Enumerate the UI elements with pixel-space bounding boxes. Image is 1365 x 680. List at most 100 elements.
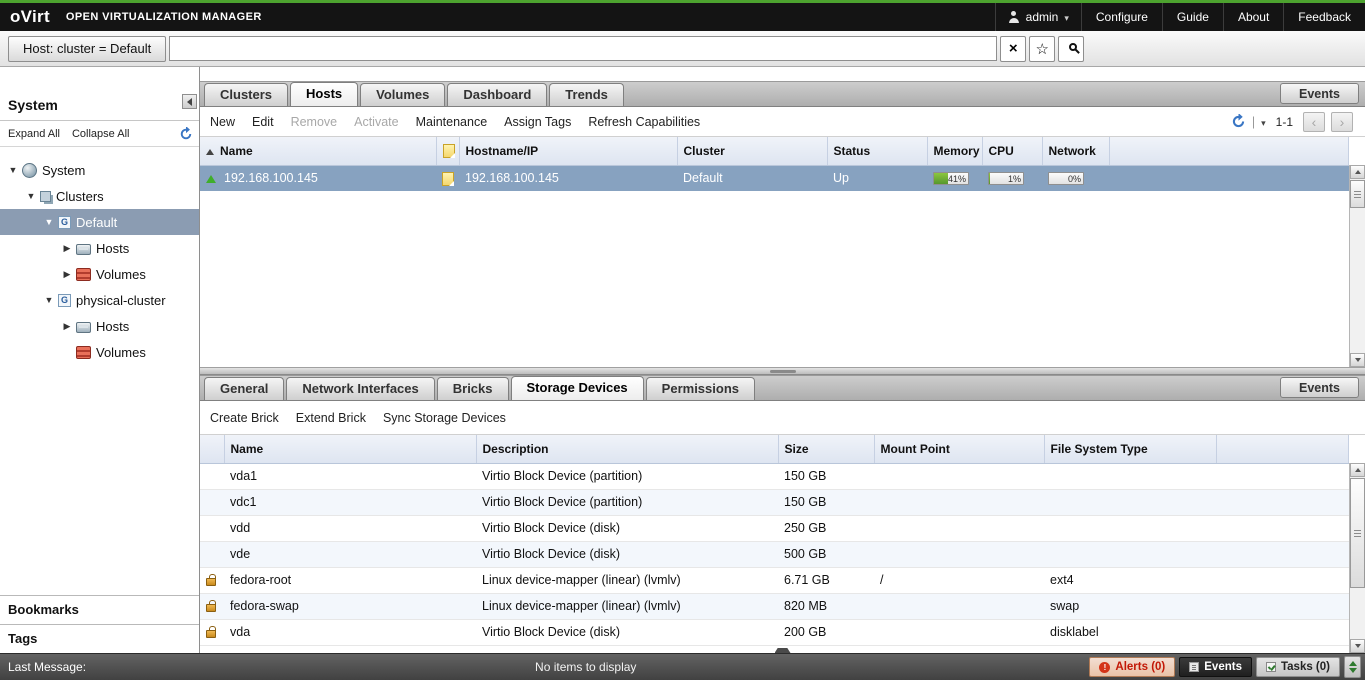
column-header-name[interactable]: Name — [200, 137, 436, 165]
tree-item-label: Volumes — [96, 345, 146, 360]
collapse-all-link[interactable]: Collapse All — [72, 128, 129, 140]
tree-item-clusters[interactable]: Clusters — [0, 183, 199, 209]
next-page-button[interactable] — [1331, 112, 1353, 132]
main-events-button[interactable]: Events — [1280, 83, 1359, 104]
column-header-file-system-type[interactable]: File System Type — [1044, 435, 1216, 463]
column-header-mount-point[interactable]: Mount Point — [874, 435, 1044, 463]
tab-clusters[interactable]: Clusters — [204, 83, 288, 106]
toolbar-button-create-brick[interactable]: Create Brick — [210, 411, 279, 425]
nav-feedback[interactable]: Feedback — [1283, 3, 1365, 31]
tree-item-hosts[interactable]: Hosts — [0, 313, 199, 339]
lock-icon — [206, 578, 216, 586]
storage-device-row[interactable]: vdc1Virtio Block Device (partition)150 G… — [200, 489, 1349, 515]
detail-tab-permissions[interactable]: Permissions — [646, 377, 755, 400]
tree-item-hosts[interactable]: Hosts — [0, 235, 199, 261]
alerts-button[interactable]: Alerts (0) — [1089, 657, 1175, 677]
status-up-icon — [206, 175, 216, 183]
refresh-grid-icon[interactable] — [1231, 114, 1246, 129]
sidebar-collapse-button[interactable] — [182, 94, 197, 109]
column-header-cpu[interactable]: CPU — [982, 137, 1042, 165]
footer-expand-button[interactable] — [1344, 656, 1361, 678]
toolbar-button-maintenance[interactable]: Maintenance — [416, 115, 488, 129]
clear-search-button[interactable]: × — [1000, 36, 1026, 62]
detail-tab-network-interfaces[interactable]: Network Interfaces — [286, 377, 434, 400]
refresh-rate-dropdown[interactable] — [1261, 115, 1266, 129]
tasks-button[interactable]: Tasks (0) — [1256, 657, 1340, 677]
scroll-up-button[interactable] — [1350, 165, 1365, 179]
column-header-hostname-ip[interactable]: Hostname/IP — [459, 137, 677, 165]
collapse-icon[interactable] — [6, 165, 20, 175]
previous-page-button[interactable] — [1303, 112, 1325, 132]
toolbar-button-new[interactable]: New — [210, 115, 235, 129]
collapse-icon[interactable] — [24, 191, 38, 201]
column-header-network[interactable]: Network — [1042, 137, 1109, 165]
column-header-status[interactable]: Status — [827, 137, 927, 165]
scroll-down-button[interactable] — [1350, 353, 1365, 367]
scroll-down-button[interactable] — [1350, 639, 1365, 653]
column-header-name[interactable]: Name — [224, 435, 476, 463]
user-menu[interactable]: admin — [995, 3, 1081, 31]
detail-tab-general[interactable]: General — [204, 377, 284, 400]
collapse-icon[interactable] — [42, 217, 56, 227]
search-input[interactable] — [169, 36, 997, 61]
column-header-size[interactable]: Size — [778, 435, 874, 463]
tree-item-volumes[interactable]: Volumes — [0, 261, 199, 287]
toolbar-button-refresh-capabilities[interactable]: Refresh Capabilities — [588, 115, 700, 129]
column-header-cluster[interactable]: Cluster — [677, 137, 827, 165]
search-button[interactable] — [1058, 36, 1084, 62]
toolbar-button-assign-tags[interactable]: Assign Tags — [504, 115, 571, 129]
volume-icon — [76, 268, 91, 281]
scrollbar-thumb[interactable] — [1350, 180, 1365, 208]
tab-dashboard[interactable]: Dashboard — [447, 83, 547, 106]
tags-section-header[interactable]: Tags — [0, 624, 199, 653]
storage-device-row[interactable]: fedora-rootLinux device-mapper (linear) … — [200, 567, 1349, 593]
expand-icon[interactable] — [60, 243, 74, 254]
hosts-scrollbar[interactable] — [1349, 165, 1365, 367]
refresh-tree-icon[interactable] — [179, 127, 193, 141]
storage-scrollbar[interactable] — [1349, 463, 1365, 653]
column-header-note[interactable] — [436, 137, 459, 165]
scrollbar-thumb[interactable] — [1350, 478, 1365, 588]
expand-icon[interactable] — [60, 321, 74, 332]
detail-tab-storage-devices[interactable]: Storage Devices — [511, 376, 644, 400]
storage-device-row[interactable]: vdaVirtio Block Device (disk)200 GBdiskl… — [200, 619, 1349, 645]
host-row[interactable]: 192.168.100.145192.168.100.145DefaultUp4… — [200, 165, 1349, 191]
tree-item-default[interactable]: Default — [0, 209, 199, 235]
tab-volumes[interactable]: Volumes — [360, 83, 445, 106]
tab-trends[interactable]: Trends — [549, 83, 624, 106]
storage-device-row[interactable]: fedora-swapLinux device-mapper (linear) … — [200, 593, 1349, 619]
nav-configure[interactable]: Configure — [1081, 3, 1162, 31]
detail-tab-bricks[interactable]: Bricks — [437, 377, 509, 400]
cell-name: vdc1 — [224, 489, 476, 515]
collapse-icon[interactable] — [42, 295, 56, 305]
collapse-down-icon — [1349, 668, 1357, 673]
panel-splitter[interactable] — [200, 367, 1365, 375]
cell-name: fedora-root — [224, 567, 476, 593]
toolbar-button-edit[interactable]: Edit — [252, 115, 274, 129]
detail-events-button[interactable]: Events — [1280, 377, 1359, 398]
tree-item-label: physical-cluster — [76, 293, 166, 308]
toolbar-button-sync-storage-devices[interactable]: Sync Storage Devices — [383, 411, 506, 425]
column-header-description[interactable]: Description — [476, 435, 778, 463]
expand-all-link[interactable]: Expand All — [8, 128, 60, 140]
tree-item-physical-cluster[interactable]: physical-cluster — [0, 287, 199, 313]
toolbar-button-extend-brick[interactable]: Extend Brick — [296, 411, 366, 425]
storage-device-row[interactable]: vdeVirtio Block Device (disk)500 GB — [200, 541, 1349, 567]
storage-device-row[interactable]: vddVirtio Block Device (disk)250 GB — [200, 515, 1349, 541]
storage-device-row[interactable]: vda1Virtio Block Device (partition)150 G… — [200, 463, 1349, 489]
expand-up-icon — [1349, 661, 1357, 666]
cell-size: 150 GB — [778, 463, 874, 489]
nav-guide[interactable]: Guide — [1162, 3, 1223, 31]
scroll-up-button[interactable] — [1350, 463, 1365, 477]
nav-about[interactable]: About — [1223, 3, 1283, 31]
tree-item-volumes[interactable]: Volumes — [0, 339, 199, 365]
column-header-memory[interactable]: Memory — [927, 137, 982, 165]
footer-panel-grip[interactable] — [775, 648, 791, 653]
bookmark-search-button[interactable]: ☆ — [1029, 36, 1055, 62]
search-scope-button[interactable]: Host: cluster = Default — [8, 36, 166, 62]
events-footer-button[interactable]: Events — [1179, 657, 1252, 677]
tab-hosts[interactable]: Hosts — [290, 82, 358, 106]
tree-item-system[interactable]: System — [0, 157, 199, 183]
bookmarks-section-header[interactable]: Bookmarks — [0, 595, 199, 624]
expand-icon[interactable] — [60, 269, 74, 280]
